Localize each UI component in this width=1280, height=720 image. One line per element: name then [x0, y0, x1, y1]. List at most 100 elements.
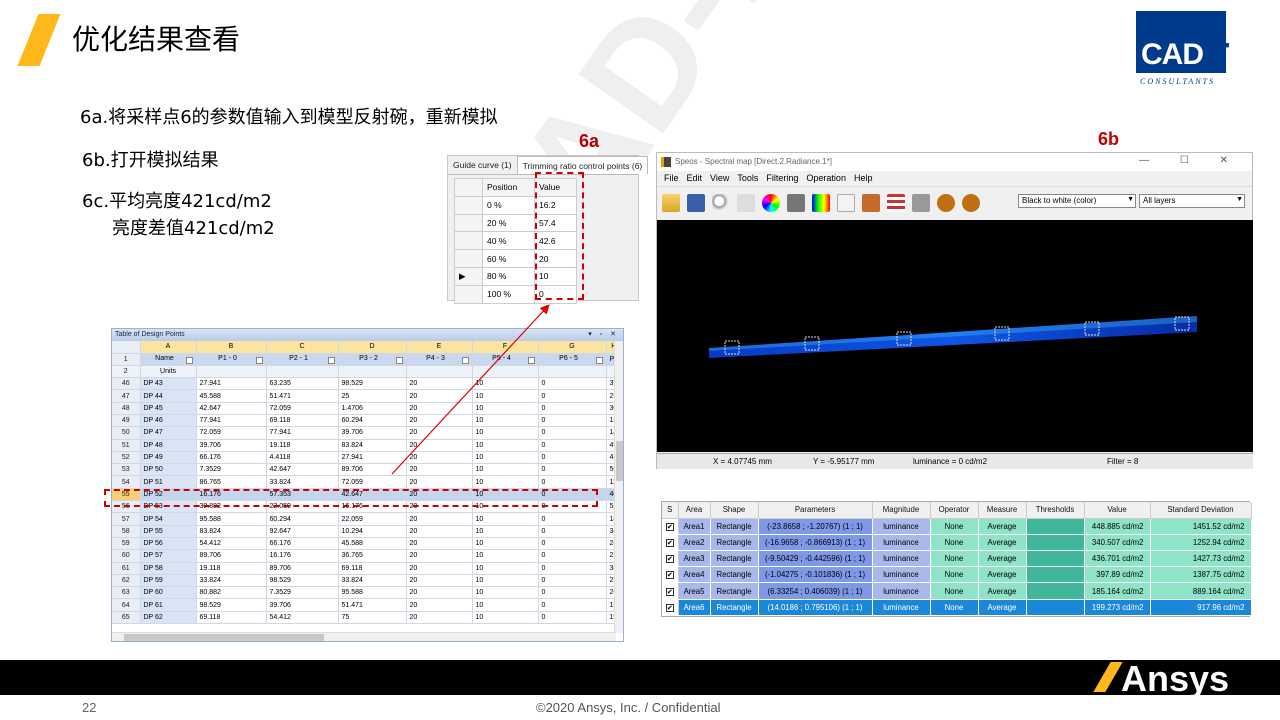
table-cell: Rectangle [710, 582, 759, 600]
column-header[interactable]: Magnitude [872, 502, 931, 519]
status-filter: Filter = 8 [1107, 457, 1139, 466]
table-cell: luminance [872, 566, 931, 584]
spectral-map-canvas[interactable] [657, 220, 1253, 452]
layer-select[interactable]: All layers ▼ [1139, 194, 1245, 208]
menu-filtering[interactable]: Filtering [762, 171, 802, 186]
table-cell: Area5 [678, 582, 711, 600]
checkmark-icon: ✔ [665, 571, 674, 580]
colormap-select[interactable]: Black to white (color) ▼ [1018, 194, 1136, 208]
table-cell: None [930, 550, 979, 568]
column-header[interactable]: Area [678, 502, 711, 519]
table-cell: 1427.73 cd/m2 [1150, 550, 1252, 568]
table-row[interactable]: ✔ Area1 Rectangle (-23.8658 ; -1.20767) (1 … [662, 518, 1252, 535]
table-cell: Area6 [678, 599, 711, 616]
table-cell: 1451.52 cd/m2 [1150, 518, 1252, 535]
table-row[interactable]: ✔ Area5 Rectangle (6.33254 ; 0.406039) (1 ;… [662, 582, 1252, 600]
row-checkbox[interactable]: ✔ [662, 534, 679, 552]
footer-bar [0, 660, 1280, 695]
area-table: S Area Shape Parameters Magnitude Operator Mea… [662, 502, 1252, 616]
layer-icon[interactable] [862, 193, 880, 212]
table-cell: 1387.75 cd/m2 [1150, 566, 1252, 584]
column-header[interactable]: Thresholds [1026, 502, 1085, 519]
speos-menu: File Edit View Tools Filtering Operation… [657, 171, 1252, 186]
display-icon[interactable] [787, 193, 805, 212]
table-cell: luminance [872, 582, 931, 600]
table-cell: None [930, 534, 979, 552]
menu-view[interactable]: View [706, 171, 733, 186]
column-header[interactable]: S [662, 502, 679, 519]
table-row[interactable]: ✔ Area2 Rectangle (-16.9658 ; -0.866913) (1… [662, 534, 1252, 552]
settings-icon[interactable] [887, 193, 905, 212]
tools-icon[interactable] [912, 193, 930, 212]
window-buttons[interactable]: — ☐ ✕ [1139, 155, 1242, 166]
menu-operation[interactable]: Operation [802, 171, 850, 186]
column-header[interactable]: Parameters [758, 502, 873, 519]
table-cell: None [930, 566, 979, 584]
table-cell: 1252.94 cd/m2 [1150, 534, 1252, 552]
row-checkbox[interactable]: ✔ [662, 599, 679, 616]
zoom-icon[interactable] [712, 193, 730, 212]
copyright: ©2020 Ansys, Inc. / Confidential [536, 700, 721, 715]
save-icon[interactable] [687, 193, 705, 212]
column-header[interactable]: Shape [710, 502, 759, 519]
chevron-down-icon: ▼ [1236, 196, 1243, 203]
palette-icon[interactable] [812, 193, 830, 212]
status-x: X = 4.07745 mm [713, 457, 772, 466]
speos-toolbar: Black to white (color) ▼ All layers ▼ [657, 186, 1252, 218]
speos-status-bar: X = 4.07745 mm Y = -5.95177 mm luminance… [657, 453, 1253, 469]
table-cell: 889.164 cd/m2 [1150, 582, 1252, 600]
luminance-strip [709, 316, 1197, 358]
table-cell: Area1 [678, 518, 711, 535]
table-cell: Average [978, 566, 1027, 584]
column-header[interactable]: Standard Deviation [1150, 502, 1252, 519]
table-cell: Rectangle [710, 518, 759, 535]
page-number: 22 [82, 700, 97, 715]
checkmark-icon: ✔ [665, 603, 674, 612]
table-cell: Rectangle [710, 599, 759, 616]
info-icon[interactable] [937, 193, 955, 212]
table-cell: None [930, 599, 979, 616]
actual-size-icon[interactable] [737, 193, 755, 212]
column-header[interactable]: Value [1084, 502, 1151, 519]
menu-help[interactable]: Help [850, 171, 877, 186]
table-cell: (-23.8658 ; -1.20767) (1 ; 1) [758, 518, 873, 535]
row-checkbox[interactable]: ✔ [662, 566, 679, 584]
table-cell: Average [978, 518, 1027, 535]
open-icon[interactable] [662, 193, 680, 212]
checkmark-icon: ✔ [665, 522, 674, 531]
color-wheel-icon[interactable] [762, 193, 780, 212]
report-icon[interactable] [837, 193, 855, 212]
table-cell: 185.164 cd/m2 [1084, 582, 1151, 600]
table-cell: luminance [872, 518, 931, 535]
table-cell: 199.273 cd/m2 [1084, 599, 1151, 616]
checkmark-icon: ✔ [665, 538, 674, 547]
column-header[interactable]: Operator [930, 502, 979, 519]
table-cell: Average [978, 534, 1027, 552]
table-cell [1026, 566, 1085, 584]
area-measurement-panel: S Area Shape Parameters Magnitude Operator Mea… [661, 501, 1252, 617]
row-checkbox[interactable]: ✔ [662, 550, 679, 568]
table-cell: Area3 [678, 550, 711, 568]
table-cell: (-16.9658 ; -0.866913) (1 ; 1) [758, 534, 873, 552]
table-row[interactable]: ✔ Area4 Rectangle (-1.04275 ; -0.101836) (1… [662, 566, 1252, 584]
table-row[interactable]: ✔ Area3 Rectangle (-9.50429 ; -0.442596) (1… [662, 550, 1252, 568]
table-cell: Average [978, 599, 1027, 616]
table-cell: 340.507 cd/m2 [1084, 534, 1151, 552]
table-cell: 397.89 cd/m2 [1084, 566, 1151, 584]
menu-edit[interactable]: Edit [683, 171, 707, 186]
table-cell: Average [978, 550, 1027, 568]
column-header[interactable]: Measure [978, 502, 1027, 519]
table-cell: (-9.50429 ; -0.442596) (1 ; 1) [758, 550, 873, 568]
table-row[interactable]: ✔ Area6 Rectangle (14.0186 ; 0.795106) (1 ;… [662, 599, 1252, 616]
row-checkbox[interactable]: ✔ [662, 518, 679, 535]
menu-tools[interactable]: Tools [733, 171, 762, 186]
row-checkbox[interactable]: ✔ [662, 582, 679, 600]
table-cell: Rectangle [710, 550, 759, 568]
help-icon[interactable] [962, 193, 980, 212]
table-cell: Average [978, 582, 1027, 600]
table-cell [1026, 550, 1085, 568]
speos-title-bar: Speos - Spectral map [Direct.2.Radiance.… [657, 153, 1252, 171]
menu-file[interactable]: File [660, 171, 683, 186]
table-cell: 448.885 cd/m2 [1084, 518, 1151, 535]
table-cell [1026, 599, 1085, 616]
